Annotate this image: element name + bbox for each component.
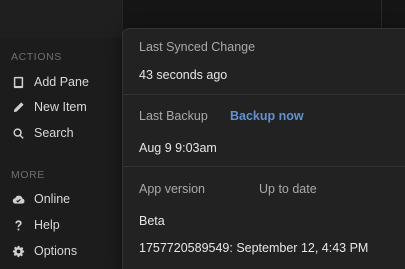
sidebar-item-new-item[interactable]: New Item: [11, 98, 87, 116]
sidebar-item-label: Options: [34, 244, 78, 258]
last-synced-value: 43 seconds ago: [139, 68, 228, 82]
gear-icon: [11, 244, 25, 258]
build-info: 1757720589549: September 12, 4:43 PM: [139, 241, 369, 255]
backup-now-button[interactable]: Backup now: [230, 109, 304, 123]
sidebar-item-label: New Item: [34, 100, 87, 114]
sync-status-popover: Last Synced Change 43 seconds ago Last B…: [122, 28, 405, 269]
sidebar-item-label: Online: [34, 192, 71, 206]
sidebar-item-label: Search: [34, 126, 74, 140]
sidebar-item-label: Add Pane: [34, 75, 89, 89]
search-icon: [11, 126, 25, 140]
release-channel: Beta: [139, 214, 165, 228]
sidebar-item-options[interactable]: Options: [11, 242, 77, 260]
more-section-title: MORE: [11, 169, 45, 181]
last-backup-label: Last Backup: [139, 109, 208, 123]
divider: [123, 94, 405, 95]
last-backup-value: Aug 9 9:03am: [139, 141, 217, 155]
sidebar: ACTIONS Add Pane New Item Search MORE On: [0, 0, 123, 269]
sidebar-item-help[interactable]: Help: [11, 216, 60, 234]
pencil-icon: [11, 100, 25, 114]
sidebar-item-online[interactable]: Online: [11, 190, 70, 208]
sidebar-item-search[interactable]: Search: [11, 124, 74, 142]
app-version-label: App version: [139, 182, 206, 196]
cloud-check-icon: [11, 192, 25, 206]
sidebar-header: [0, 0, 122, 38]
sidebar-item-add-pane[interactable]: Add Pane: [11, 73, 89, 91]
actions-section-title: ACTIONS: [11, 51, 62, 63]
app-window: ACTIONS Add Pane New Item Search MORE On: [0, 0, 405, 269]
update-status: Up to date: [259, 182, 317, 196]
divider: [123, 166, 405, 167]
last-synced-label: Last Synced Change: [139, 40, 256, 54]
question-icon: [11, 218, 25, 232]
sidebar-item-label: Help: [34, 218, 60, 232]
tablet-icon: [11, 75, 25, 89]
